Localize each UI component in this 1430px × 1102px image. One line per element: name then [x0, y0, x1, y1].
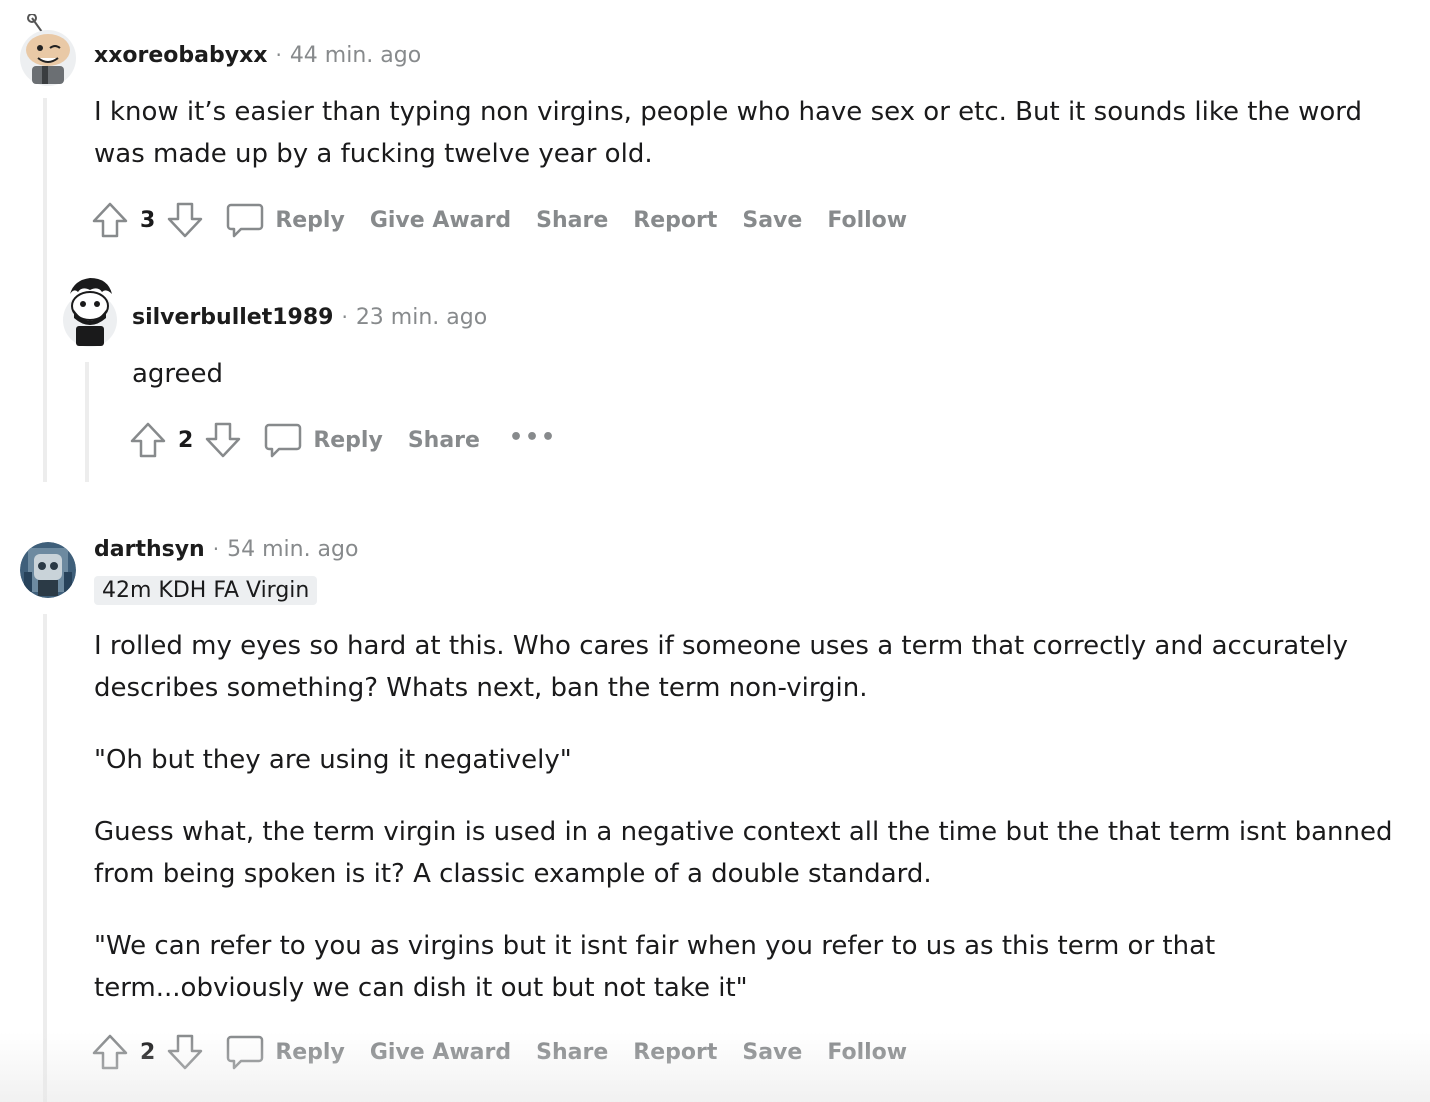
thread-line-reply-1[interactable] [85, 362, 89, 482]
comment-body: I rolled my eyes so hard at this. Who ca… [94, 625, 1399, 1009]
comment-paragraph: "We can refer to you as virgins but it i… [94, 931, 1216, 1003]
comment-paragraph: I know it’s easier than typing non virgi… [94, 97, 1363, 169]
comment-paragraph: "Oh but they are using it negatively" [94, 745, 572, 775]
downvote-icon[interactable] [165, 1032, 205, 1072]
comment-meta: xxoreobabyxx · 44 min. ago [94, 43, 421, 68]
save-button[interactable]: Save [742, 208, 802, 233]
comment-actions: 2 Reply Share ••• [128, 418, 557, 462]
report-button[interactable]: Report [633, 1040, 717, 1065]
share-button[interactable]: Share [536, 1040, 608, 1065]
more-dots-icon[interactable]: ••• [509, 425, 557, 450]
reply-button[interactable]: Reply [263, 420, 383, 460]
downvote-icon[interactable] [165, 200, 205, 240]
downvote-icon[interactable] [203, 420, 243, 460]
comment-actions: 3 Reply Give Award Share Report Save Fol… [90, 198, 932, 242]
comment-actions: 2 Reply Give Award Share Report Save Fol… [90, 1030, 932, 1074]
upvote-icon[interactable] [90, 200, 130, 240]
comment-bubble-icon [225, 200, 265, 240]
comment-bubble-icon [225, 1032, 265, 1072]
avatar[interactable] [20, 542, 76, 598]
share-button[interactable]: Share [536, 208, 608, 233]
give-award-button[interactable]: Give Award [370, 1040, 511, 1065]
follow-button[interactable]: Follow [827, 208, 907, 233]
share-button[interactable]: Share [408, 428, 480, 453]
comment-paragraph: agreed [132, 359, 224, 389]
meta-separator: · [212, 537, 220, 561]
vote-count: 3 [140, 207, 156, 233]
timestamp-link[interactable]: 54 min. ago [227, 537, 358, 562]
meta-separator: · [275, 43, 282, 67]
username-link[interactable]: xxoreobabyxx [94, 43, 267, 68]
reply-button[interactable]: Reply [225, 1032, 345, 1072]
report-button[interactable]: Report [633, 208, 717, 233]
reply-button[interactable]: Reply [225, 200, 345, 240]
comment-body: I know it’s easier than typing non virgi… [94, 91, 1384, 175]
meta-separator: · [341, 305, 348, 329]
reply-label: Reply [275, 207, 345, 233]
save-button[interactable]: Save [742, 1040, 802, 1065]
timestamp-link[interactable]: 44 min. ago [290, 43, 421, 68]
give-award-button[interactable]: Give Award [370, 208, 511, 233]
reply-label: Reply [313, 427, 383, 453]
comment-meta: silverbullet1989 · 23 min. ago [132, 305, 487, 330]
comment-paragraph: Guess what, the term virgin is used in a… [94, 817, 1393, 889]
vote-count: 2 [178, 427, 194, 453]
follow-button[interactable]: Follow [827, 1040, 907, 1065]
comment-bubble-icon [263, 420, 303, 460]
avatar[interactable] [62, 272, 120, 348]
avatar[interactable] [20, 13, 78, 86]
comment-body: agreed [132, 353, 1332, 395]
thread-line-comment-2[interactable] [43, 614, 47, 1102]
upvote-icon[interactable] [128, 420, 168, 460]
thread-line-comment-1[interactable] [43, 98, 47, 482]
timestamp-link[interactable]: 23 min. ago [356, 305, 487, 330]
username-link[interactable]: darthsyn [94, 537, 205, 562]
comment-meta: darthsyn · 54 min. ago [94, 537, 358, 562]
comment-paragraph: I rolled my eyes so hard at this. Who ca… [94, 631, 1349, 703]
vote-count: 2 [140, 1039, 156, 1065]
username-link[interactable]: silverbullet1989 [132, 305, 333, 330]
reply-label: Reply [275, 1039, 345, 1065]
upvote-icon[interactable] [90, 1032, 130, 1072]
user-flair: 42m KDH FA Virgin [94, 576, 318, 605]
